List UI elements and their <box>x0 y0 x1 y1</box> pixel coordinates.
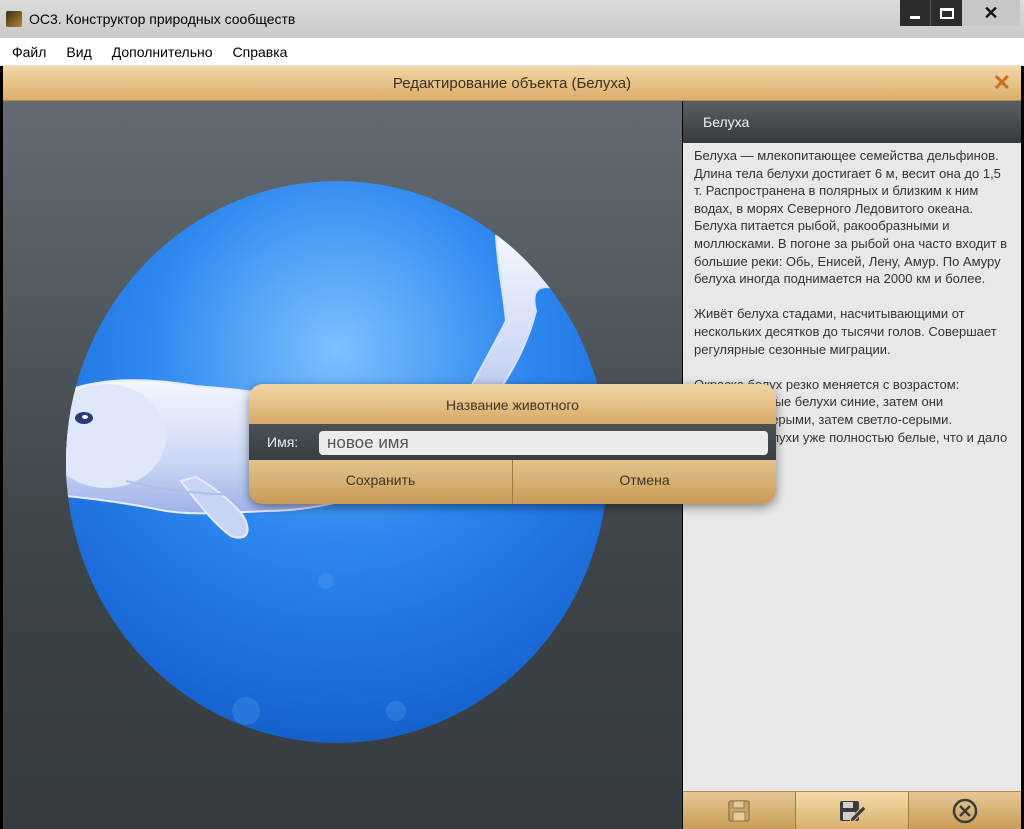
dialog-title: Название животного <box>249 384 776 424</box>
name-input[interactable] <box>319 431 768 455</box>
maximize-icon <box>939 7 954 19</box>
save-button[interactable]: Сохранить <box>249 460 513 504</box>
info-panel-title: Белуха <box>683 101 1021 143</box>
menu-help[interactable]: Справка <box>233 44 288 60</box>
menu-bar: Файл Вид Дополнительно Справка <box>0 38 1024 66</box>
edit-object-button[interactable] <box>796 792 909 829</box>
info-panel-toolbar <box>683 791 1021 829</box>
name-row: Имя: <box>249 424 776 460</box>
app-icon <box>6 11 22 27</box>
floppy-disk-icon <box>728 799 750 822</box>
minimize-button[interactable] <box>900 0 930 26</box>
maximize-button[interactable] <box>930 0 962 26</box>
minimize-icon <box>910 15 920 19</box>
edit-icon <box>840 800 867 823</box>
editor-title: Редактирование объекта (Белуха) <box>392 75 632 92</box>
close-icon: ✕ <box>983 2 999 23</box>
description-paragraph: Живёт белуха стадами, насчитывающими от … <box>694 306 997 357</box>
cancel-button[interactable]: Отмена <box>513 460 776 504</box>
editor-header: Редактирование объекта (Белуха) ✕ <box>3 66 1021 101</box>
description-paragraph: Белуха — млекопитающее семейства дельфин… <box>694 148 1008 287</box>
menu-view[interactable]: Вид <box>66 44 91 60</box>
dialog-buttons: Сохранить Отмена <box>249 460 776 504</box>
menu-file[interactable]: Файл <box>12 44 46 60</box>
window-close-button[interactable]: ✕ <box>962 0 1020 26</box>
window-controls: ✕ <box>900 0 1020 26</box>
name-label: Имя: <box>267 434 299 450</box>
cancel-circle-icon <box>952 798 978 823</box>
window-titlebar: ОС3. Конструктор природных сообществ ✕ <box>0 0 1024 38</box>
delete-object-button[interactable] <box>909 792 1021 829</box>
save-object-button[interactable] <box>683 792 796 829</box>
editor-close-button[interactable]: ✕ <box>993 71 1011 95</box>
menu-extra[interactable]: Дополнительно <box>112 44 213 60</box>
window-title: ОС3. Конструктор природных сообществ <box>29 11 296 27</box>
animal-name-dialog: Название животного Имя: Сохранить Отмена <box>249 384 776 504</box>
